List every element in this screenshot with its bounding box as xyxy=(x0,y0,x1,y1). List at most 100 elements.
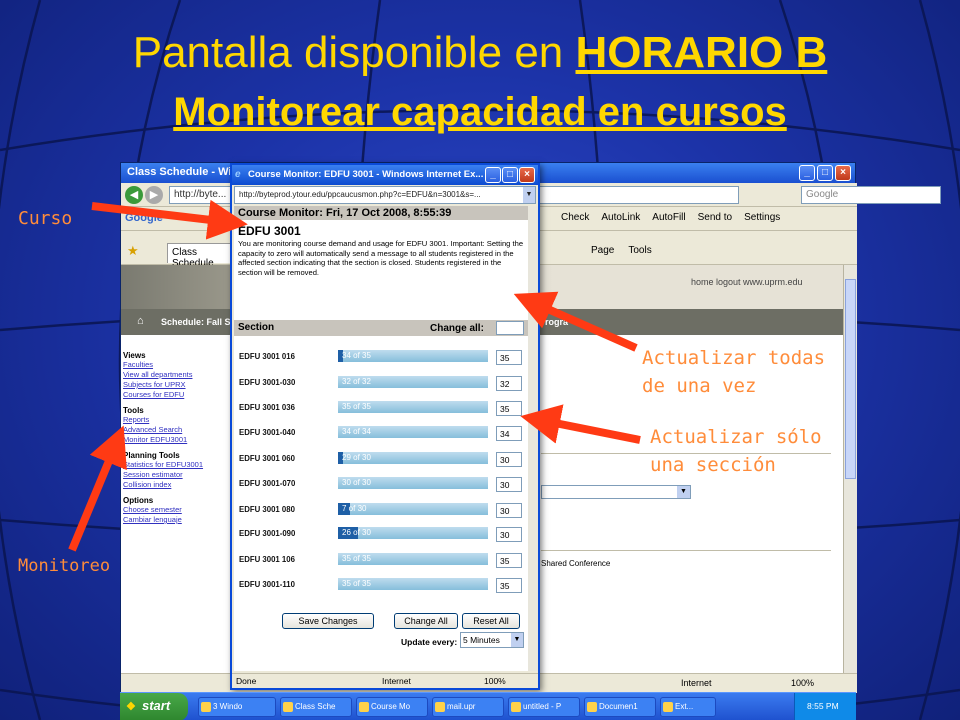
background-dropdown[interactable]: ▼ xyxy=(541,485,691,499)
annotation-update-all-line1: Actualizar todas xyxy=(642,347,826,369)
sidebar-link[interactable]: Collision index xyxy=(123,480,233,490)
update-interval-select[interactable]: 5 Minutes ▼ xyxy=(460,632,524,648)
tab-class-schedule[interactable]: Class Schedule xyxy=(167,243,237,269)
usage-text: 7 of 30 xyxy=(342,504,367,513)
popup-window-title: Course Monitor: EDFU 3001 - Windows Inte… xyxy=(248,169,484,180)
reset-all-button[interactable]: Reset All xyxy=(462,613,520,629)
sidebar-link-monitor[interactable]: Monitor EDFU3001 xyxy=(123,435,233,445)
navbar-program-label[interactable]: Progra xyxy=(539,317,568,327)
toolbar-autofill[interactable]: AutoFill xyxy=(652,212,685,223)
taskbar-item[interactable]: Class Sche xyxy=(280,697,352,717)
taskbar-item[interactable]: 3 Windo xyxy=(198,697,276,717)
popup-scrollbar[interactable] xyxy=(528,206,538,671)
capacity-input[interactable]: 35 xyxy=(496,553,522,568)
usage-text: 30 of 30 xyxy=(342,478,371,487)
popup-status-done: Done xyxy=(236,676,257,686)
sidebar-link[interactable]: Advanced Search xyxy=(123,425,233,435)
toolbar-autolink[interactable]: AutoLink xyxy=(601,212,640,223)
home-icon[interactable]: ⌂ xyxy=(137,315,149,327)
capacity-input[interactable]: 35 xyxy=(496,578,522,593)
usage-text: 26 of 30 xyxy=(342,528,371,537)
chevron-down-icon[interactable]: ▼ xyxy=(523,187,535,203)
background-window-controls: _ □ × xyxy=(799,165,851,181)
update-interval-value: 5 Minutes xyxy=(463,635,500,645)
change-all-input[interactable] xyxy=(496,321,524,335)
sidebar-heading-options: Options xyxy=(123,496,154,505)
sidebar-link[interactable]: Subjects for UPRX xyxy=(123,380,233,390)
sidebar-link[interactable]: Reports xyxy=(123,415,233,425)
background-scrollbar[interactable] xyxy=(843,265,857,673)
command-page[interactable]: Page xyxy=(591,245,614,256)
capacity-input[interactable]: 32 xyxy=(496,376,522,391)
chevron-down-icon: ▼ xyxy=(677,486,690,498)
popup-address-bar[interactable]: http://byteprod.ytour.edu/ppcaucusmon.ph… xyxy=(234,186,536,204)
command-tools[interactable]: Tools xyxy=(628,245,651,256)
back-icon[interactable]: ◀ xyxy=(125,186,143,204)
section-column-label: Section xyxy=(238,322,275,333)
taskbar-item-label: untitled - P xyxy=(523,702,562,711)
sidebar-link[interactable]: Cambiar lenguaje xyxy=(123,515,233,525)
capacity-input[interactable]: 30 xyxy=(496,503,522,518)
table-row: EDFU 3001 060 29 of 30 30 xyxy=(234,449,528,469)
table-row: EDFU 3001-090 26 of 30 30 xyxy=(234,524,528,544)
ie-icon: e xyxy=(235,169,241,180)
background-search-box[interactable]: Google xyxy=(801,186,941,204)
popup-close-button[interactable]: × xyxy=(519,167,535,183)
popup-statusbar: Done Internet 100% xyxy=(232,673,538,688)
favorites-star-icon[interactable]: ★ xyxy=(127,243,139,259)
minimize-button[interactable]: _ xyxy=(799,165,815,181)
google-toolbar-logo: Google xyxy=(125,212,163,224)
toolbar-send-to[interactable]: Send to xyxy=(698,212,732,223)
popup-maximize-button[interactable]: □ xyxy=(502,167,518,183)
table-row: EDFU 3001-070 30 of 30 30 xyxy=(234,474,528,494)
clock[interactable]: 8:55 PM xyxy=(807,701,839,711)
table-row: EDFU 3001 106 35 of 35 35 xyxy=(234,550,528,570)
capacity-input[interactable]: 35 xyxy=(496,350,522,365)
taskbar-item[interactable]: Documen1 xyxy=(584,697,656,717)
taskbar-item[interactable]: mail.upr xyxy=(432,697,504,717)
capacity-input[interactable]: 34 xyxy=(496,426,522,441)
change-all-button[interactable]: Change All xyxy=(394,613,458,629)
sidebar-link[interactable]: Statistics for EDFU3001 xyxy=(123,460,233,470)
taskbar-item-label: Course Mo xyxy=(371,702,411,711)
sidebar-link[interactable]: View all departments xyxy=(123,370,233,380)
forward-icon[interactable]: ▶ xyxy=(145,186,163,204)
usage-bar: 29 of 30 xyxy=(338,452,488,464)
capacity-input[interactable]: 35 xyxy=(496,401,522,416)
app-icon xyxy=(663,702,673,712)
annotation-monitoreo: Monitoreo xyxy=(18,556,111,576)
save-changes-button[interactable]: Save Changes xyxy=(282,613,374,629)
sidebar-heading-views: Views xyxy=(123,351,146,360)
background-status-zoom[interactable]: 100% xyxy=(791,678,814,688)
sidebar-link[interactable]: Session estimator xyxy=(123,470,233,480)
toolbar-check[interactable]: Check xyxy=(561,212,589,223)
usage-bar: 7 of 30 xyxy=(338,503,488,515)
section-name: EDFU 3001-110 xyxy=(239,580,295,589)
capacity-input[interactable]: 30 xyxy=(496,452,522,467)
capacity-input[interactable]: 30 xyxy=(496,527,522,542)
usage-bar: 32 of 32 xyxy=(338,376,488,388)
sidebar-link[interactable]: Faculties xyxy=(123,360,233,370)
capacity-input[interactable]: 30 xyxy=(496,477,522,492)
sidebar-link[interactable]: Choose semester xyxy=(123,505,233,515)
start-button[interactable]: ❖ start xyxy=(120,693,188,720)
popup-minimize-button[interactable]: _ xyxy=(485,167,501,183)
popup-status-zoom[interactable]: 100% xyxy=(484,676,506,686)
taskbar-item[interactable]: Course Mo xyxy=(356,697,428,717)
scrollbar-thumb[interactable] xyxy=(845,279,856,479)
background-status-internet: Internet xyxy=(681,678,712,688)
usage-text: 32 of 32 xyxy=(342,377,371,386)
usage-text: 35 of 35 xyxy=(342,554,371,563)
sidebar-link[interactable]: Courses for EDFU xyxy=(123,390,233,400)
toolbar-settings[interactable]: Settings xyxy=(744,212,780,223)
usage-text: 35 of 35 xyxy=(342,579,371,588)
close-button[interactable]: × xyxy=(835,165,851,181)
horario-b-link[interactable]: HORARIO B xyxy=(576,28,828,77)
maximize-button[interactable]: □ xyxy=(817,165,833,181)
popup-window-controls: _ □ × xyxy=(485,167,535,183)
taskbar-item[interactable]: untitled - P xyxy=(508,697,580,717)
taskbar-item[interactable]: Ext... xyxy=(660,697,716,717)
section-name: EDFU 3001-040 xyxy=(239,428,296,437)
table-row: EDFU 3001 080 7 of 30 30 xyxy=(234,500,528,520)
banner-links[interactable]: home logout www.uprm.edu xyxy=(691,277,803,287)
